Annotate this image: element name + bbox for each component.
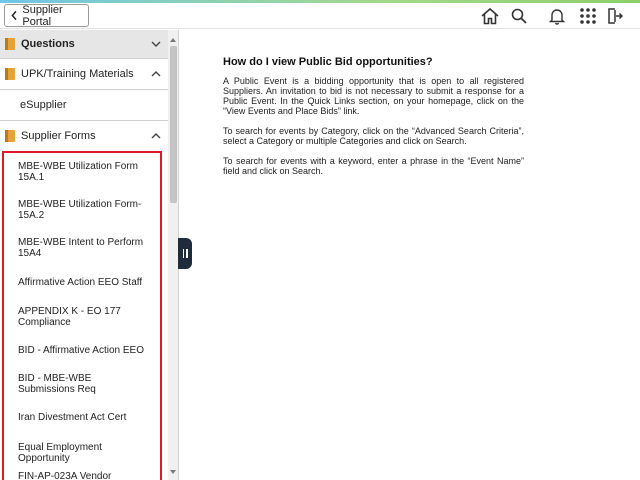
faq-paragraph: A Public Event is a bidding opportunity … — [223, 76, 524, 116]
sign-out-icon[interactable] — [602, 4, 626, 28]
drag-handle-bar-icon — [186, 249, 188, 258]
folder-icon — [5, 38, 15, 50]
sidebar-collapse-handle[interactable] — [178, 238, 192, 269]
supplier-forms-label: Supplier Forms — [21, 130, 96, 142]
form-item-fin-ap-023a[interactable]: FIN-AP-023A Vendor — [18, 471, 146, 480]
sidebar-section-supplier-forms[interactable]: Supplier Forms — [0, 121, 168, 151]
form-item-affirmative-action-eeo-staff[interactable]: Affirmative Action EEO Staff — [18, 277, 146, 288]
scrollbar-thumb[interactable] — [170, 46, 177, 203]
sidebar-section-upk-training[interactable]: UPK/Training Materials — [0, 59, 168, 90]
home-icon[interactable] — [478, 4, 502, 28]
sidebar-item-esupplier[interactable]: eSupplier — [0, 90, 168, 121]
form-item-bid-mbe-wbe-submissions[interactable]: BID - MBE-WBE Submissions Req — [18, 373, 146, 395]
faq-paragraph: To search for events with a keyword, ent… — [223, 156, 524, 176]
form-item-mbe-wbe-intent-to-perform[interactable]: MBE-WBE Intent to Perform 15A4 — [18, 237, 146, 259]
questions-label: Questions — [21, 38, 75, 50]
folder-icon — [5, 68, 15, 80]
form-item-appendix-k[interactable]: APPENDIX K - EO 177 Compliance — [18, 306, 146, 328]
back-to-supplier-portal-button[interactable]: Supplier Portal — [4, 3, 89, 28]
chevron-down-icon — [151, 41, 161, 47]
main-content: How do I view Public Bid opportunities? … — [223, 56, 524, 186]
navbar-grid-icon[interactable] — [576, 4, 600, 28]
notification-bell-icon[interactable] — [545, 4, 569, 28]
form-item-equal-employment[interactable]: Equal Employment Opportunity — [18, 442, 146, 464]
faq-paragraph: To search for events by Category, click … — [223, 126, 524, 146]
search-icon[interactable] — [507, 4, 531, 28]
scroll-up-arrow-icon[interactable] — [170, 38, 176, 42]
scroll-down-arrow-icon[interactable] — [170, 470, 176, 474]
folder-icon — [5, 130, 15, 142]
faq-title: How do I view Public Bid opportunities? — [223, 56, 433, 68]
chevron-left-icon — [11, 10, 17, 21]
sidebar: Questions UPK/Training Materials eSuppli… — [0, 30, 179, 480]
form-item-mbe-wbe-utilization-15a2[interactable]: MBE-WBE Utilization Form-15A.2 — [18, 199, 146, 221]
form-item-mbe-wbe-utilization-15a1[interactable]: MBE-WBE Utilization Form 15A.1 — [18, 161, 146, 183]
back-button-label: Supplier Portal — [22, 3, 63, 28]
page-header: Supplier Portal — [0, 3, 640, 29]
drag-handle-bar-icon — [182, 249, 184, 258]
sidebar-section-questions[interactable]: Questions — [0, 30, 168, 59]
esupplier-label: eSupplier — [20, 99, 67, 111]
form-item-bid-affirmative-action[interactable]: BID - Affirmative Action EEO — [18, 345, 146, 356]
upk-training-label: UPK/Training Materials — [21, 68, 134, 80]
form-item-iran-divestment[interactable]: Iran Divestment Act Cert — [18, 412, 146, 423]
chevron-up-icon — [151, 71, 161, 77]
chevron-up-icon — [151, 133, 161, 139]
